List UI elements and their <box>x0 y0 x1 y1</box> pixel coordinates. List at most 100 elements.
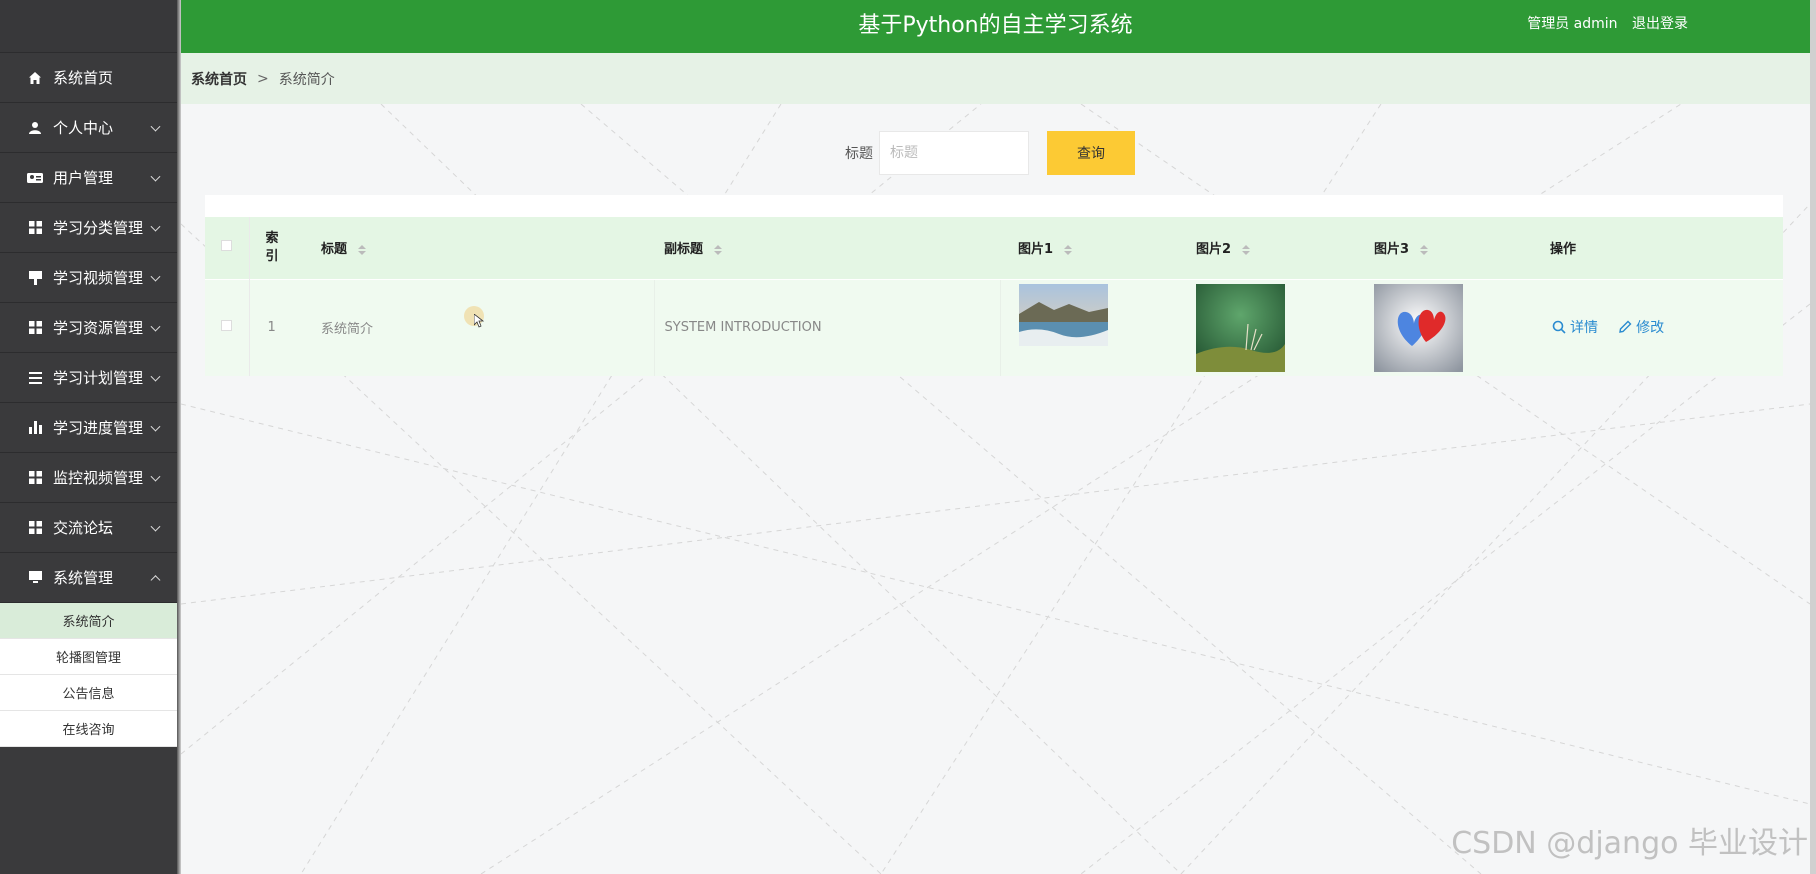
column-header-pic2[interactable]: 图片2 <box>1178 217 1356 279</box>
row-index: 1 <box>249 278 311 376</box>
data-table: 索引 标题 副标题 图片1 图片2 图片3 操作 1 系统简介 SYSTEM I… <box>205 217 1783 376</box>
sidebar-shadow <box>177 0 181 874</box>
grid-icon <box>27 320 43 336</box>
sidebar-item-label: 系统管理 <box>53 569 114 587</box>
sidebar-item-progress-management[interactable]: 学习进度管理 <box>0 403 177 453</box>
edit-link[interactable]: 修改 <box>1618 317 1664 337</box>
bar-chart-icon <box>27 420 43 436</box>
breadcrumb-home[interactable]: 系统首页 <box>191 69 247 89</box>
chevron-down-icon <box>150 371 161 382</box>
submenu-item-carousel-management[interactable]: 轮播图管理 <box>0 639 177 675</box>
chevron-down-icon <box>150 221 161 232</box>
sidebar-item-label: 学习视频管理 <box>53 269 144 287</box>
column-subtitle-label: 副标题 <box>664 242 704 258</box>
row-subtitle: SYSTEM INTRODUCTION <box>653 278 1000 376</box>
beach-photo-thumbnail[interactable] <box>1018 283 1108 346</box>
breadcrumb-current: 系统简介 <box>278 71 335 88</box>
column-header-pic1[interactable]: 图片1 <box>1000 217 1178 279</box>
sort-icon[interactable] <box>713 244 722 255</box>
breadcrumb: 系统首页 > 系统简介 <box>181 53 1810 104</box>
sidebar-brand-area <box>0 0 177 53</box>
list-icon <box>27 370 43 386</box>
sort-icon[interactable] <box>1419 244 1428 255</box>
column-header-pic3[interactable]: 图片3 <box>1356 217 1534 279</box>
detail-link-label: 详情 <box>1570 320 1598 337</box>
row-pic1-cell <box>999 278 1178 376</box>
sidebar-item-label: 交流论坛 <box>53 519 114 537</box>
search-icon <box>1552 320 1566 334</box>
top-header: 基于Python的自主学习系统 管理员 admin 退出登录 <box>181 0 1810 53</box>
user-icon <box>27 120 43 136</box>
chevron-down-icon <box>150 121 161 132</box>
pencil-icon <box>1619 320 1632 334</box>
sort-icon[interactable] <box>1241 244 1250 255</box>
column-pic2-label: 图片2 <box>1196 242 1232 258</box>
sidebar-item-label: 学习资源管理 <box>53 319 144 337</box>
chevron-down-icon <box>150 471 161 482</box>
sidebar-item-monitor-video-management[interactable]: 监控视频管理 <box>0 453 177 503</box>
submenu-item-system-intro[interactable]: 系统简介 <box>0 603 177 639</box>
chevron-down-icon <box>150 171 161 182</box>
column-header-actions: 操作 <box>1534 217 1783 279</box>
chevron-down-icon <box>150 521 161 532</box>
sort-icon[interactable] <box>1063 244 1072 255</box>
search-title-input[interactable] <box>879 131 1029 175</box>
video-icon <box>27 270 43 286</box>
logout-link[interactable]: 退出登录 <box>1632 16 1688 32</box>
column-title-label: 标题 <box>321 242 348 258</box>
scrollbar-track[interactable] <box>1810 0 1816 874</box>
sidebar: 系统首页 个人中心 用户管理 学习分类管理 学习视频管理 学习资源管理 学习计划… <box>0 0 177 874</box>
table-row: 1 系统简介 SYSTEM INTRODUCTION 详情 修改 <box>205 278 1783 376</box>
grid-icon <box>27 520 43 536</box>
column-header-title[interactable]: 标题 <box>311 217 654 279</box>
sidebar-item-video-management[interactable]: 学习视频管理 <box>0 253 177 303</box>
hearts-photo-thumbnail[interactable] <box>1374 283 1463 372</box>
sidebar-item-system-management[interactable]: 系统管理 <box>0 553 177 603</box>
current-user-label: 管理员 admin <box>1527 16 1618 32</box>
watermark: CSDN @django 毕业设计 <box>1451 826 1808 861</box>
table-header-row: 索引 标题 副标题 图片1 图片2 图片3 操作 <box>205 217 1783 279</box>
chevron-up-icon <box>150 574 161 585</box>
column-pic1-label: 图片1 <box>1018 242 1054 258</box>
sidebar-item-home[interactable]: 系统首页 <box>0 53 177 103</box>
column-index-label: 索引 <box>265 230 279 264</box>
sidebar-item-label: 学习进度管理 <box>53 419 144 437</box>
search-title-label: 标题 <box>845 146 873 162</box>
mouse-cursor-icon <box>474 314 484 328</box>
sidebar-item-label: 个人中心 <box>53 119 114 137</box>
detail-link[interactable]: 详情 <box>1552 317 1598 337</box>
column-pic3-label: 图片3 <box>1374 242 1410 258</box>
sidebar-item-label: 用户管理 <box>53 169 114 187</box>
breadcrumb-separator: > <box>257 70 269 87</box>
user-area: 管理员 admin 退出登录 <box>1517 0 1688 48</box>
grass-photo-thumbnail[interactable] <box>1196 283 1285 372</box>
row-select-cell[interactable] <box>205 278 250 376</box>
sidebar-item-category-management[interactable]: 学习分类管理 <box>0 203 177 253</box>
sort-icon[interactable] <box>357 244 366 255</box>
column-header-subtitle[interactable]: 副标题 <box>654 217 1000 279</box>
submenu-item-online-consultation[interactable]: 在线咨询 <box>0 711 177 747</box>
row-pic3-cell <box>1356 278 1534 376</box>
sidebar-item-plan-management[interactable]: 学习计划管理 <box>0 353 177 403</box>
sidebar-item-user-management[interactable]: 用户管理 <box>0 153 177 203</box>
submenu-item-announcements[interactable]: 公告信息 <box>0 675 177 711</box>
home-icon <box>27 70 43 86</box>
row-pic2-cell <box>1178 278 1356 376</box>
row-checkbox[interactable] <box>221 320 233 332</box>
chevron-down-icon <box>150 421 161 432</box>
sidebar-item-label: 监控视频管理 <box>53 469 144 487</box>
sidebar-item-personal-center[interactable]: 个人中心 <box>0 103 177 153</box>
select-all-checkbox[interactable] <box>221 240 233 252</box>
row-actions: 详情 修改 <box>1534 278 1783 376</box>
sidebar-item-resource-management[interactable]: 学习资源管理 <box>0 303 177 353</box>
monitor-icon <box>27 570 43 586</box>
header-select-all[interactable] <box>205 217 250 279</box>
sidebar-item-forum[interactable]: 交流论坛 <box>0 503 177 553</box>
data-table-container: 索引 标题 副标题 图片1 图片2 图片3 操作 1 系统简介 SYSTEM I… <box>205 195 1783 376</box>
column-actions-label: 操作 <box>1550 242 1577 258</box>
edit-link-label: 修改 <box>1636 320 1665 337</box>
chevron-down-icon <box>150 321 161 332</box>
sidebar-item-label: 学习计划管理 <box>53 369 144 387</box>
search-button[interactable]: 查询 <box>1047 131 1135 175</box>
grid-icon <box>27 220 43 236</box>
